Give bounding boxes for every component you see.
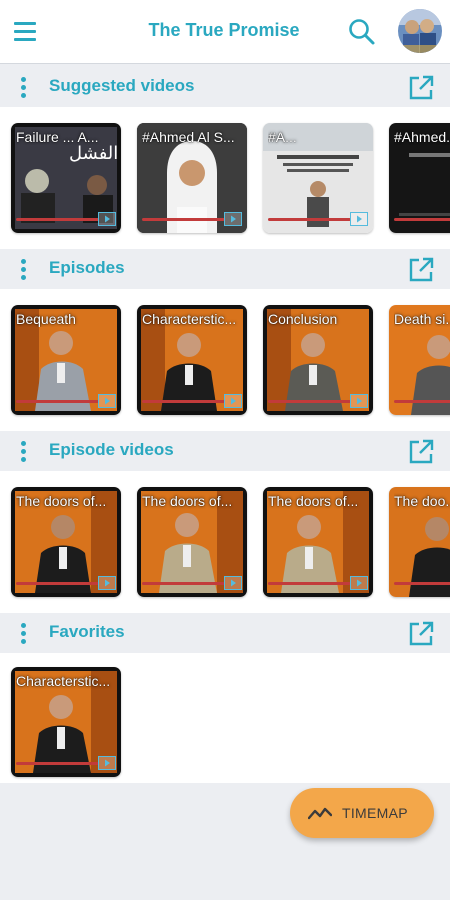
play-icon [224, 576, 242, 590]
video-card[interactable]: #A... [263, 123, 373, 233]
video-title: Failure ... A... [16, 129, 99, 145]
search-icon[interactable] [346, 16, 378, 48]
video-card[interactable]: The doors of... [137, 487, 247, 597]
episode-title: Conclusion [268, 311, 338, 327]
episode-card[interactable]: Bequeath [11, 305, 121, 415]
open-external-icon[interactable] [406, 255, 436, 285]
progress-bar [16, 218, 99, 221]
avatar[interactable] [398, 9, 442, 53]
card-row: الفشل !! Failure ... A... #Ahmed Al S... [0, 107, 450, 249]
section-title: Episode videos [49, 440, 174, 459]
card-row: Bequeath Characterstic... Conclusion Dea… [0, 289, 450, 431]
more-vert-icon[interactable] [14, 438, 34, 464]
progress-bar [16, 400, 99, 403]
episode-title: Death si... [394, 311, 450, 327]
progress-bar [268, 400, 351, 403]
timemap-button[interactable]: TIMEMAP [290, 788, 434, 838]
app-bar: The True Promise [0, 0, 450, 64]
page-title: The True Promise [148, 20, 300, 40]
play-icon [350, 212, 368, 226]
play-icon [98, 756, 116, 770]
section-header: Suggested videos [0, 67, 450, 107]
section-header: Episodes [0, 249, 450, 289]
open-external-icon[interactable] [406, 437, 436, 467]
progress-bar [394, 218, 450, 221]
card-row: Characterstic... [0, 653, 450, 783]
section-title: Favorites [49, 622, 125, 641]
video-card[interactable]: #Ahmed Al S... [137, 123, 247, 233]
card-row: The doors of... The doors of... The door… [0, 471, 450, 613]
progress-bar [268, 218, 351, 221]
video-card[interactable]: The doors of... [11, 487, 121, 597]
progress-bar [142, 218, 225, 221]
progress-bar [394, 400, 450, 403]
more-vert-icon[interactable] [14, 256, 34, 282]
video-title: #A... [268, 129, 297, 145]
video-title: The doors of... [142, 493, 233, 509]
play-icon [224, 212, 242, 226]
hamburger-menu-icon[interactable] [12, 20, 40, 44]
timemap-label: TIMEMAP [342, 805, 408, 821]
video-card[interactable]: The doors of... [263, 487, 373, 597]
video-card[interactable]: The doo... [389, 487, 450, 597]
progress-bar [16, 762, 99, 765]
video-title: Characterstic... [16, 673, 111, 689]
favorite-card[interactable]: Characterstic... [11, 667, 121, 777]
progress-bar [142, 582, 225, 585]
svg-text:الفشل !!: الفشل !! [69, 143, 121, 164]
trend-chart-icon [307, 803, 333, 823]
play-icon [98, 394, 116, 408]
section-episodes: Episodes Bequeath Characterstic... Concl… [0, 249, 450, 431]
play-icon [224, 394, 242, 408]
section-header: Favorites [0, 613, 450, 653]
episode-title: Characterstic... [142, 311, 237, 327]
play-icon [98, 576, 116, 590]
section-title: Suggested videos [49, 76, 195, 95]
progress-bar [268, 582, 351, 585]
episode-title: Bequeath [16, 311, 76, 327]
progress-bar [394, 582, 450, 585]
open-external-icon[interactable] [406, 619, 436, 649]
video-title: The doors of... [16, 493, 107, 509]
open-external-icon[interactable] [406, 73, 436, 103]
video-card[interactable]: #Ahmed... [389, 123, 450, 233]
more-vert-icon[interactable] [14, 620, 34, 646]
episode-card[interactable]: Conclusion [263, 305, 373, 415]
progress-bar [16, 582, 99, 585]
section-favorites: Favorites Characterstic... [0, 613, 450, 783]
video-title: The doors of... [268, 493, 359, 509]
section-header: Episode videos [0, 431, 450, 471]
episode-card[interactable]: Death si... [389, 305, 450, 415]
more-vert-icon[interactable] [14, 74, 34, 100]
section-suggested-videos: Suggested videos الفشل !! Failure ... A.… [0, 67, 450, 249]
progress-bar [142, 400, 225, 403]
video-card[interactable]: الفشل !! Failure ... A... [11, 123, 121, 233]
episode-card[interactable]: Characterstic... [137, 305, 247, 415]
section-episode-videos: Episode videos The doors of... The doors… [0, 431, 450, 613]
play-icon [350, 394, 368, 408]
video-title: #Ahmed Al S... [142, 129, 235, 145]
section-title: Episodes [49, 258, 125, 277]
video-title: #Ahmed... [394, 129, 450, 145]
play-icon [98, 212, 116, 226]
play-icon [350, 576, 368, 590]
video-title: The doo... [394, 493, 450, 509]
